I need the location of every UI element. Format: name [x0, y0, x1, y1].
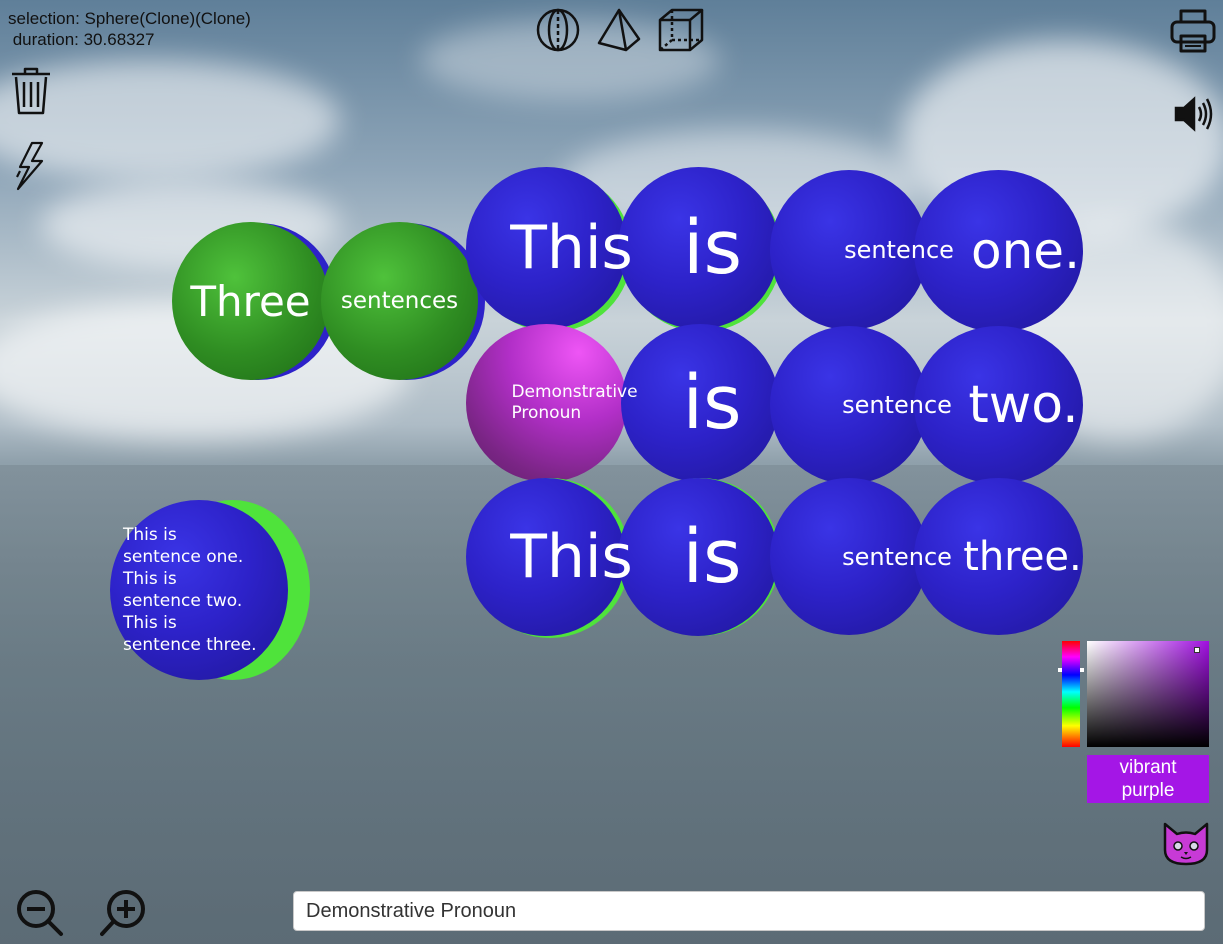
sphere-label: one.: [971, 222, 1080, 280]
sphere-label: This: [510, 213, 633, 283]
sphere-icon[interactable]: [535, 7, 581, 53]
hue-slider-handle[interactable]: [1058, 658, 1084, 672]
lightning-icon[interactable]: [14, 141, 46, 191]
sphere-row3-this[interactable]: This: [466, 478, 633, 636]
sphere-label: sentence: [844, 236, 954, 264]
sphere-label: three.: [963, 533, 1082, 580]
sphere-label: This is sentence one. This is sentence t…: [123, 525, 257, 655]
zoom-in-icon[interactable]: [100, 887, 150, 937]
speaker-icon[interactable]: [1174, 96, 1214, 132]
sphere-row3-sentence[interactable]: sentence: [770, 478, 952, 635]
sphere-row1-is[interactable]: is: [618, 167, 779, 329]
3d-viewport[interactable]: selection: Sphere(Clone)(Clone) duration…: [0, 0, 1223, 944]
sphere-label: Three: [190, 276, 311, 326]
sphere-label: is: [682, 514, 742, 600]
sphere-row2-is[interactable]: is: [621, 324, 779, 482]
color-name-text: vibrant purple: [1119, 757, 1177, 801]
sphere-sentences[interactable]: sentences: [321, 222, 478, 380]
sphere-label: Demonstrative Pronoun: [511, 382, 638, 423]
sphere-label: is: [682, 205, 743, 291]
color-picker-handle[interactable]: [1194, 647, 1200, 653]
pyramid-icon[interactable]: [596, 7, 642, 53]
hud-readout: selection: Sphere(Clone)(Clone) duration…: [8, 8, 251, 50]
selection-text: selection: Sphere(Clone)(Clone): [8, 9, 251, 28]
sphere-summary[interactable]: This is sentence one. This is sentence t…: [110, 500, 288, 680]
sphere-demonstrative-pronoun[interactable]: Demonstrative Pronoun: [466, 324, 638, 482]
sphere-label: sentences: [340, 288, 459, 314]
color-name-label: vibrant purple: [1087, 755, 1209, 803]
sphere-row1-sentence[interactable]: sentence: [770, 170, 954, 330]
sphere-row2-sentence[interactable]: sentence: [770, 326, 952, 484]
zoom-out-icon[interactable]: [14, 887, 64, 937]
label-input[interactable]: [293, 891, 1205, 931]
trash-icon[interactable]: [10, 67, 52, 115]
duration-text: duration: 30.68327: [8, 30, 155, 49]
sphere-row3-is[interactable]: is: [618, 478, 778, 636]
sphere-label: sentence: [842, 391, 952, 419]
sphere-label: two.: [968, 375, 1079, 435]
hue-slider[interactable]: [1062, 641, 1080, 747]
sphere-label: This: [510, 522, 633, 592]
printer-icon[interactable]: [1169, 6, 1217, 54]
cat-icon[interactable]: [1161, 822, 1211, 866]
sphere-three[interactable]: Three: [172, 222, 329, 380]
sphere-label: sentence: [842, 542, 952, 571]
sphere-row1-this[interactable]: This: [466, 167, 633, 329]
cube-icon[interactable]: [657, 7, 705, 53]
saturation-value-picker[interactable]: [1087, 641, 1209, 747]
sphere-label: is: [682, 360, 742, 446]
